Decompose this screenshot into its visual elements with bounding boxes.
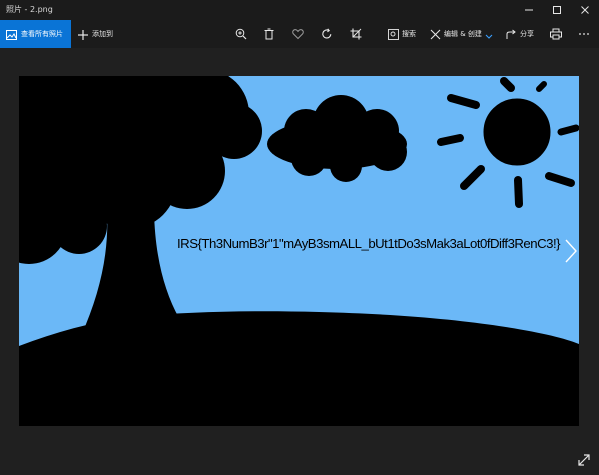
view-all-photos-button[interactable]: 查看所有照片: [0, 20, 71, 48]
heart-icon[interactable]: [291, 27, 305, 41]
add-to-label: 添加到: [92, 30, 113, 38]
close-icon[interactable]: [571, 0, 599, 20]
chevron-down-icon: [485, 25, 493, 44]
edit-create-label: 编辑 & 创建: [444, 30, 482, 38]
share-icon: [506, 25, 517, 44]
photo-drawing: [19, 76, 579, 426]
search-icon: [388, 25, 399, 44]
trash-icon[interactable]: [262, 27, 276, 41]
edit-create-button[interactable]: 编辑 & 创建: [430, 20, 493, 48]
printer-icon[interactable]: [549, 27, 563, 41]
rotate-icon[interactable]: [320, 27, 334, 41]
search-label: 搜索: [402, 30, 416, 38]
maximize-icon[interactable]: [543, 0, 571, 20]
displayed-photo: IRS{Th3NumB3r"1"mAyB3smALL_bUt1tDo3sMak3…: [19, 76, 579, 426]
add-to-button[interactable]: 添加到: [78, 20, 113, 48]
more-icon[interactable]: [577, 27, 591, 41]
search-button[interactable]: 搜索: [388, 20, 416, 48]
edit-icon: [430, 25, 441, 44]
share-button[interactable]: 分享: [506, 20, 534, 48]
window-title: 照片 - 2.png: [6, 5, 53, 14]
crop-icon[interactable]: [349, 27, 363, 41]
view-all-label: 查看所有照片: [21, 30, 63, 38]
photo-embedded-text: IRS{Th3NumB3r"1"mAyB3smALL_bUt1tDo3sMak3…: [177, 236, 561, 251]
plus-icon: [78, 25, 88, 44]
minimize-icon[interactable]: [515, 0, 543, 20]
expand-icon[interactable]: [575, 451, 593, 469]
toolbar: 查看所有照片 添加到 搜索 编辑 & 创建 分享: [0, 20, 599, 48]
chevron-right-icon[interactable]: [560, 236, 582, 266]
title-bar: 照片 - 2.png: [0, 0, 599, 20]
photos-icon: [6, 25, 17, 44]
zoom-in-icon[interactable]: [234, 27, 248, 41]
share-label: 分享: [520, 30, 534, 38]
